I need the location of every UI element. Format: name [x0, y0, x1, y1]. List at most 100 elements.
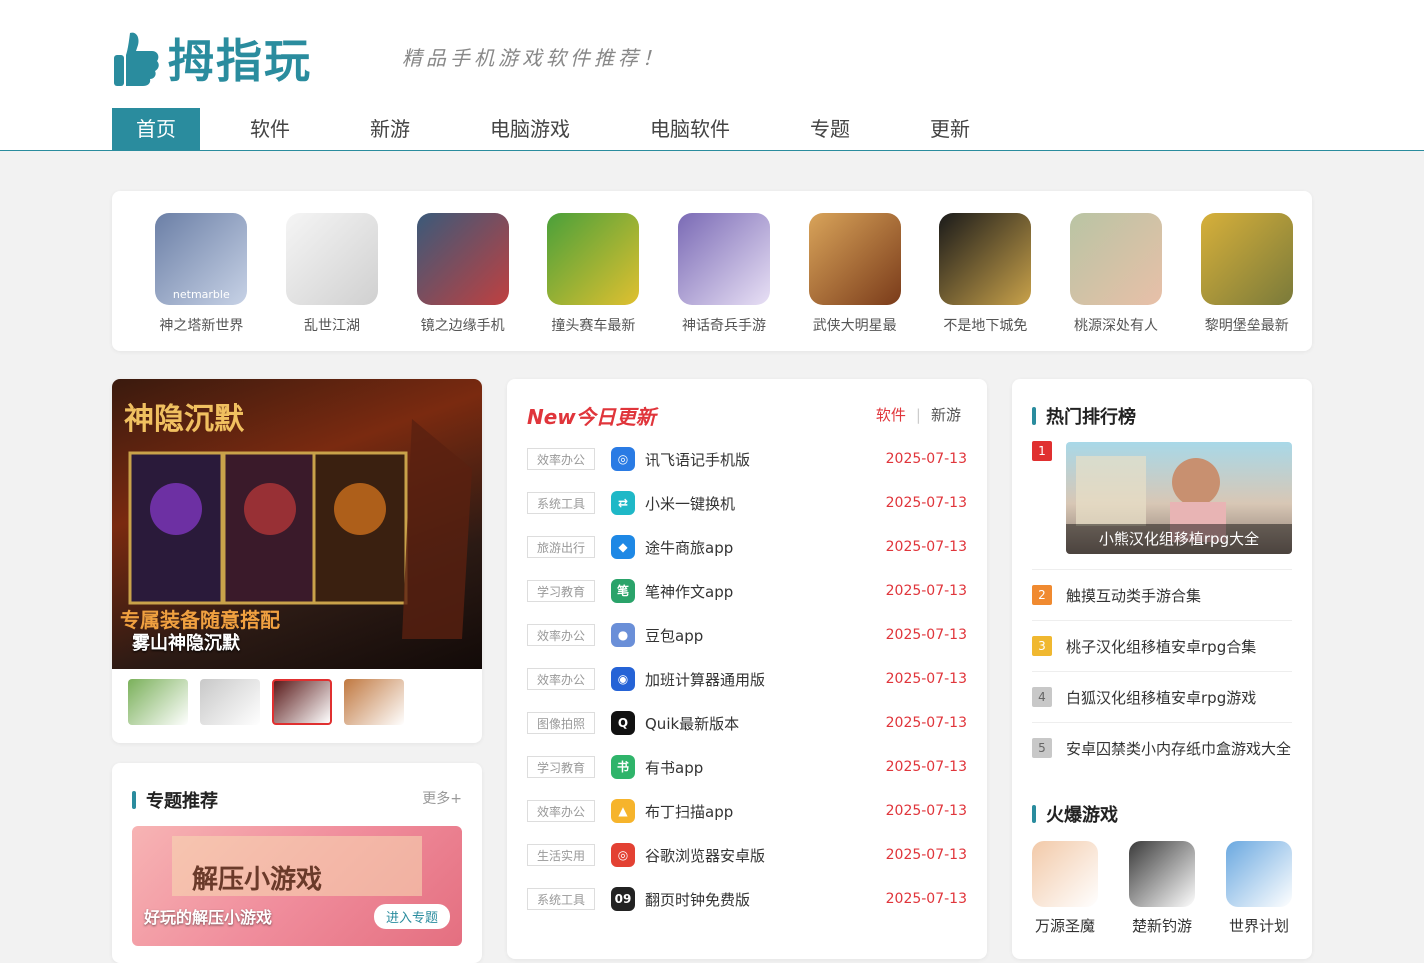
app-icon[interactable] — [808, 213, 901, 305]
rank-feature-image[interactable]: 小熊汉化组移植rpg大全 — [1066, 442, 1292, 554]
app-name[interactable]: 有书app — [645, 757, 886, 778]
rank-row[interactable]: 3 桃子汉化组移植安卓rpg合集 — [1032, 620, 1292, 671]
app-icon[interactable] — [1200, 213, 1293, 305]
app-name[interactable]: 途牛商旅app — [645, 537, 886, 558]
app-icon[interactable] — [286, 213, 378, 305]
category-tag[interactable]: 旅游出行 — [527, 536, 595, 558]
rank-name[interactable]: 白狐汉化组移植安卓rpg游戏 — [1066, 687, 1256, 708]
rank-name[interactable]: 安卓囚禁类小内存纸巾盒游戏大全 — [1066, 738, 1291, 759]
site-logo[interactable]: 拇指玩 — [112, 26, 334, 90]
category-tag[interactable]: 学习教育 — [527, 580, 595, 602]
app-icon[interactable]: 09 — [611, 887, 635, 911]
app-icon[interactable]: 笔 — [611, 579, 635, 603]
app-icon[interactable]: 书 — [611, 755, 635, 779]
rank-row[interactable]: 4 白狐汉化组移植安卓rpg游戏 — [1032, 671, 1292, 722]
game-icon[interactable] — [1032, 841, 1098, 907]
category-tag[interactable]: 图像拍照 — [527, 712, 595, 734]
rank-name[interactable]: 触摸互动类手游合集 — [1066, 585, 1201, 606]
rank-row[interactable]: 2 触摸互动类手游合集 — [1032, 569, 1292, 620]
app-name[interactable]: 豆包app — [645, 625, 886, 646]
app-icon[interactable]: ● — [611, 623, 635, 647]
rank-feature-item[interactable]: 1 小熊汉化组移植rpg大全 — [1032, 441, 1292, 554]
banner-thumbnail[interactable] — [200, 679, 260, 725]
hot-game[interactable]: 楚新钓游 — [1129, 841, 1195, 936]
app-name: 乱世江湖 — [304, 318, 360, 334]
app-icon[interactable] — [939, 213, 1032, 305]
nav-updates[interactable]: 更新 — [906, 108, 994, 150]
update-row[interactable]: 系统工具 ⇄ 小米一键换机 2025-07-13 — [527, 481, 967, 525]
tab-new-games[interactable]: 新游 — [931, 406, 961, 424]
banner-thumbnail[interactable] — [272, 679, 332, 725]
app-icon[interactable]: ◎ — [611, 447, 635, 471]
update-row[interactable]: 图像拍照 Q Quik最新版本 2025-07-13 — [527, 701, 967, 745]
nav-pc-software[interactable]: 电脑软件 — [626, 108, 754, 150]
app-name[interactable]: 谷歌浏览器安卓版 — [645, 845, 886, 866]
app-name[interactable]: 小米一键换机 — [645, 493, 886, 514]
featured-app[interactable]: 不是地下城免 — [920, 213, 1051, 351]
featured-app[interactable]: 撞头赛车最新 — [528, 213, 659, 351]
app-icon[interactable] — [416, 213, 509, 305]
update-row[interactable]: 效率办公 ◎ 讯飞语记手机版 2025-07-13 — [527, 437, 967, 481]
app-icon[interactable]: Q — [611, 711, 635, 735]
nav-topics[interactable]: 专题 — [786, 108, 874, 150]
game-icon[interactable] — [1129, 841, 1195, 907]
hot-game[interactable]: 万源圣魔 — [1032, 841, 1098, 936]
update-row[interactable]: 效率办公 ▲ 布丁扫描app 2025-07-13 — [527, 789, 967, 833]
app-name: 镜之边缘手机 — [420, 318, 505, 334]
banner-title: 雾山神隐沉默 — [132, 633, 240, 654]
banner-image[interactable]: 神隐沉默 专属装备随意搭配 雾山神隐沉默 — [112, 379, 482, 669]
featured-app[interactable]: 镜之边缘手机 — [397, 213, 528, 351]
app-icon[interactable] — [678, 213, 771, 305]
update-row[interactable]: 旅游出行 ◆ 途牛商旅app 2025-07-13 — [527, 525, 967, 569]
update-row[interactable]: 生活实用 ◎ 谷歌浏览器安卓版 2025-07-13 — [527, 833, 967, 877]
category-tag[interactable]: 效率办公 — [527, 448, 595, 470]
app-icon[interactable]: ◉ — [611, 667, 635, 691]
featured-app[interactable]: 黎明堡垒最新 — [1181, 213, 1312, 351]
category-tag[interactable]: 效率办公 — [527, 668, 595, 690]
featured-app[interactable]: 神话奇兵手游 — [659, 213, 790, 351]
category-tag[interactable]: 学习教育 — [527, 756, 595, 778]
app-icon[interactable] — [1070, 213, 1163, 305]
app-icon[interactable]: ◎ — [611, 843, 635, 867]
category-tag[interactable]: 效率办公 — [527, 624, 595, 646]
app-icon[interactable]: ▲ — [611, 799, 635, 823]
app-icon[interactable] — [547, 213, 640, 305]
banner-thumbnail[interactable] — [344, 679, 404, 725]
rank-name[interactable]: 桃子汉化组移植安卓rpg合集 — [1066, 636, 1256, 657]
update-row[interactable]: 学习教育 笔 笔神作文app 2025-07-13 — [527, 569, 967, 613]
app-name[interactable]: 加班计算器通用版 — [645, 669, 886, 690]
rank-row[interactable]: 5 安卓囚禁类小内存纸巾盒游戏大全 — [1032, 722, 1292, 773]
app-name[interactable]: 布丁扫描app — [645, 801, 886, 822]
app-name[interactable]: Quik最新版本 — [645, 713, 886, 734]
banner-thumbnail[interactable] — [128, 679, 188, 725]
hot-game[interactable]: 世界计划 — [1226, 841, 1292, 936]
topic-more-link[interactable]: 更多+ — [422, 788, 462, 808]
category-tag[interactable]: 效率办公 — [527, 800, 595, 822]
featured-app[interactable]: 乱世江湖 — [267, 213, 398, 351]
category-tag[interactable]: 系统工具 — [527, 888, 595, 910]
app-name[interactable]: 讯飞语记手机版 — [645, 449, 886, 470]
update-row[interactable]: 效率办公 ● 豆包app 2025-07-13 — [527, 613, 967, 657]
app-icon[interactable]: netmarble — [155, 213, 248, 305]
category-tag[interactable]: 系统工具 — [527, 492, 595, 514]
app-icon[interactable]: ◆ — [611, 535, 635, 559]
app-name[interactable]: 翻页时钟免费版 — [645, 889, 886, 910]
tab-software[interactable]: 软件 — [876, 406, 906, 424]
game-icon[interactable] — [1226, 841, 1292, 907]
update-row[interactable]: 系统工具 09 翻页时钟免费版 2025-07-13 — [527, 877, 967, 921]
featured-app[interactable]: 桃源深处有人 — [1051, 213, 1182, 351]
app-name[interactable]: 笔神作文app — [645, 581, 886, 602]
nav-new-games[interactable]: 新游 — [346, 108, 434, 150]
enter-topic-button[interactable]: 进入专题 — [373, 904, 450, 929]
featured-app[interactable]: 武侠大明星最 — [789, 213, 920, 351]
featured-app[interactable]: netmarble 神之塔新世界 — [136, 213, 267, 351]
nav-home[interactable]: 首页 — [112, 108, 200, 150]
nav-pc-games[interactable]: 电脑游戏 — [466, 108, 594, 150]
site-slogan: 精品手机游戏软件推荐！ — [402, 46, 666, 70]
update-row[interactable]: 效率办公 ◉ 加班计算器通用版 2025-07-13 — [527, 657, 967, 701]
app-icon[interactable]: ⇄ — [611, 491, 635, 515]
category-tag[interactable]: 生活实用 — [527, 844, 595, 866]
topic-image[interactable]: 解压小游戏 好玩的解压小游戏 进入专题 — [132, 826, 462, 946]
update-row[interactable]: 学习教育 书 有书app 2025-07-13 — [527, 745, 967, 789]
nav-software[interactable]: 软件 — [226, 108, 314, 150]
